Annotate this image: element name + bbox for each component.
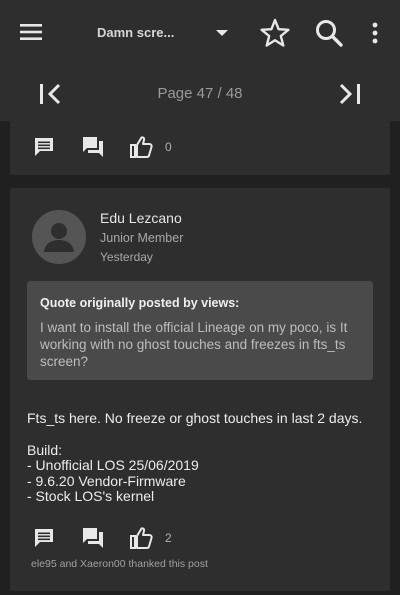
menu-icon[interactable] [18,20,44,44]
post-line: Build: [27,441,63,458]
dropdown-arrow-icon[interactable] [210,20,234,44]
post-time: Yesterday [100,250,153,264]
thanks-line[interactable]: ele95 and Xaeron00 thanked this post [31,558,208,570]
app-bar: Damn scre... [0,0,400,66]
post-body: Fts_ts here. No freeze or ghost touches … [27,410,377,505]
post-actions: 2 [10,525,390,555]
quote-reply-icon[interactable] [80,525,106,551]
post-card: Edu Lezcano Junior Member Yesterday Quot… [10,188,390,591]
quote-text: I want to install the official Lineage o… [40,320,348,369]
comment-icon[interactable] [31,525,57,551]
like-count: 2 [165,531,172,545]
quote-heading: Quote originally posted by views: [40,296,240,310]
more-vert-icon[interactable] [362,20,388,46]
previous-post-card: 0 [10,121,390,175]
page-navigator: Page 47 / 48 [0,66,400,121]
comment-icon[interactable] [31,134,57,160]
author-name[interactable]: Edu Lezcano [100,210,182,226]
search-icon[interactable] [313,17,345,49]
quote-reply-icon[interactable] [80,134,106,160]
post-line: Fts_ts here. No freeze or ghost touches … [27,410,363,426]
post-line: - Stock LOS's kernel [27,488,155,504]
thumbs-up-icon[interactable] [128,525,154,551]
thumbs-up-icon[interactable] [128,134,154,160]
like-count: 0 [165,140,172,154]
star-icon[interactable] [259,17,291,49]
post-line: - Unofficial LOS 25/06/2019 [27,457,199,473]
author-role: Junior Member [100,231,184,245]
post-actions: 0 [10,134,390,164]
post-line: - 9.6.20 Vendor-Firmware [27,472,186,489]
avatar[interactable] [32,210,86,264]
last-page-icon[interactable] [334,80,366,108]
thread-title[interactable]: Damn scre... [97,25,187,40]
quote-block: Quote originally posted by views: I want… [27,281,373,380]
